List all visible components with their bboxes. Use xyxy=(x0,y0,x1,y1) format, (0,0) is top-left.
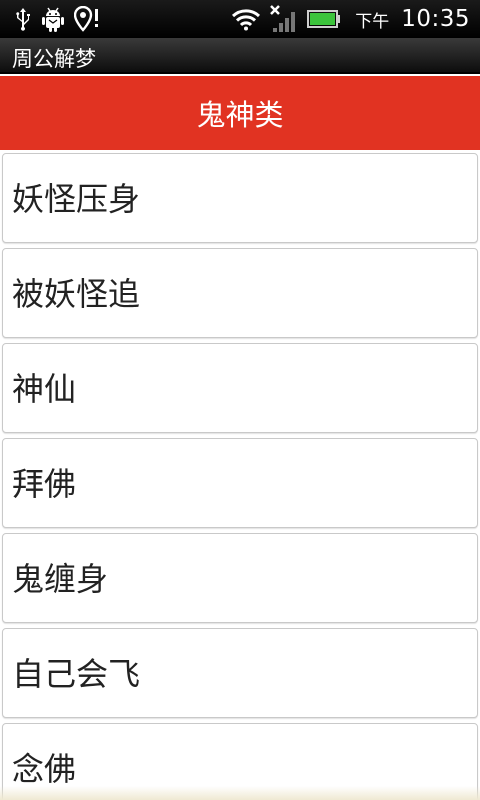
status-bar: 下午 10:35 xyxy=(0,0,480,38)
scroll-fade xyxy=(0,786,480,800)
list-item-label: 鬼缠身 xyxy=(12,560,109,598)
list-item[interactable]: 妖怪压身 xyxy=(2,153,478,243)
list-item-label: 被妖怪追 xyxy=(12,275,141,313)
category-title: 鬼神类 xyxy=(196,98,284,132)
list-item[interactable]: 被妖怪追 xyxy=(2,248,478,338)
list-item-label: 妖怪压身 xyxy=(12,180,141,218)
list-item-label: 念佛 xyxy=(12,750,77,788)
list-item-label: 自己会飞 xyxy=(12,655,141,693)
list-item[interactable]: 神仙 xyxy=(2,343,478,433)
signal-icon xyxy=(269,4,299,34)
system-icons: 下午 10:35 xyxy=(231,4,470,34)
wifi-icon xyxy=(231,7,261,31)
category-header: 鬼神类 xyxy=(0,76,480,150)
app-title: 周公解梦 xyxy=(12,47,96,71)
battery-icon xyxy=(307,9,341,29)
notification-icons xyxy=(14,6,100,32)
list-item[interactable]: 自己会飞 xyxy=(2,628,478,718)
list-item[interactable]: 鬼缠身 xyxy=(2,533,478,623)
location-alert-icon xyxy=(74,6,100,32)
app-title-bar: 周公解梦 xyxy=(0,38,480,74)
usb-icon xyxy=(14,7,32,31)
list-item[interactable]: 拜佛 xyxy=(2,438,478,528)
dream-topic-list[interactable]: 妖怪压身 被妖怪追 神仙 拜佛 鬼缠身 自己会飞 念佛 xyxy=(0,150,480,800)
clock-time: 10:35 xyxy=(401,6,470,32)
list-item-label: 拜佛 xyxy=(12,465,77,503)
clock-period: 下午 xyxy=(355,11,390,32)
list-item-label: 神仙 xyxy=(12,370,77,408)
android-debug-icon xyxy=(42,6,64,32)
